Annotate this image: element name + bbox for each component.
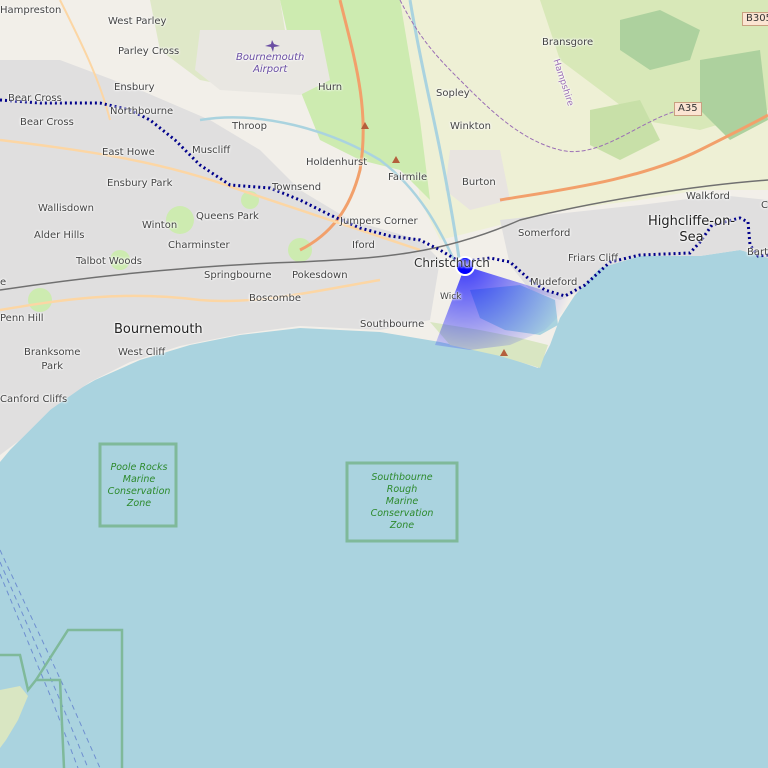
map-view[interactable]: Hampreston West Parley Parley Cross Ensb…: [0, 0, 768, 768]
place-label: Bournemouth: [114, 322, 203, 337]
place-label: West Parley: [108, 16, 167, 27]
place-label: Hampreston: [0, 5, 62, 16]
place-label: Wick: [440, 292, 462, 302]
place-label: Christchurch: [414, 256, 490, 270]
zone-label: Poole Rocks Marine Conservation Zone: [107, 462, 171, 509]
airport-label: Bournemouth Airport: [236, 52, 305, 75]
place-label: Friars Cliff: [568, 253, 618, 264]
place-label: Highcliffe-on- Sea: [648, 214, 736, 245]
place-label: Iford: [352, 240, 375, 251]
place-label: Parley Cross: [118, 46, 180, 57]
place-label: East Howe: [102, 147, 155, 158]
place-label: Wallisdown: [38, 203, 94, 214]
zone-label: Southbourne Rough Marine Conservation Zo…: [370, 472, 434, 531]
place-label: West Cliff: [118, 347, 166, 358]
park: [28, 288, 52, 312]
place-label: Bart: [747, 247, 768, 258]
road-shield-b3055: B305: [742, 12, 768, 26]
place-label: Bransgore: [542, 37, 594, 48]
place-label: Burton: [462, 177, 496, 188]
place-label: Talbot Woods: [76, 256, 143, 267]
place-label: Ensbury Park: [107, 178, 173, 189]
place-label: Fairmile: [388, 172, 428, 183]
place-label: Jumpers Corner: [340, 216, 418, 227]
place-label: C: [761, 200, 768, 211]
place-label: Walkford: [686, 191, 730, 202]
place-label: Townsend: [272, 182, 322, 193]
place-label: Branksome Park: [24, 347, 81, 372]
place-label: Bear Cross: [20, 117, 74, 128]
place-label: Charminster: [168, 240, 230, 251]
place-label: Muscliff: [192, 145, 231, 156]
place-label: Springbourne: [204, 270, 272, 281]
place-label: Somerford: [518, 228, 571, 239]
place-label: Boscombe: [249, 293, 302, 304]
shipping-lane: [0, 561, 89, 768]
shipping-lane: [0, 573, 79, 768]
place-label: Hurn: [318, 82, 343, 93]
place-label: Winton: [142, 220, 178, 231]
place-label: Alder Hills: [34, 230, 85, 241]
place-label: Mudeford: [530, 277, 578, 288]
place-label: Pokesdown: [292, 270, 348, 281]
place-label: Sopley: [436, 88, 470, 99]
road-shield-a35: A35: [674, 102, 702, 116]
place-label: Northbourne: [110, 106, 174, 117]
place-label: e: [0, 277, 7, 288]
place-label: Southbourne: [360, 319, 425, 330]
place-label: Queens Park: [196, 211, 259, 222]
place-label: Penn Hill: [0, 313, 44, 324]
place-label: Ensbury: [114, 82, 155, 93]
place-label: Winkton: [450, 121, 491, 132]
place-label: Throop: [232, 121, 267, 132]
place-label: Canford Cliffs: [0, 394, 68, 405]
place-label: Holdenhurst: [306, 157, 368, 168]
place-label: Bear Cross: [8, 93, 62, 104]
land-area: [0, 686, 28, 748]
